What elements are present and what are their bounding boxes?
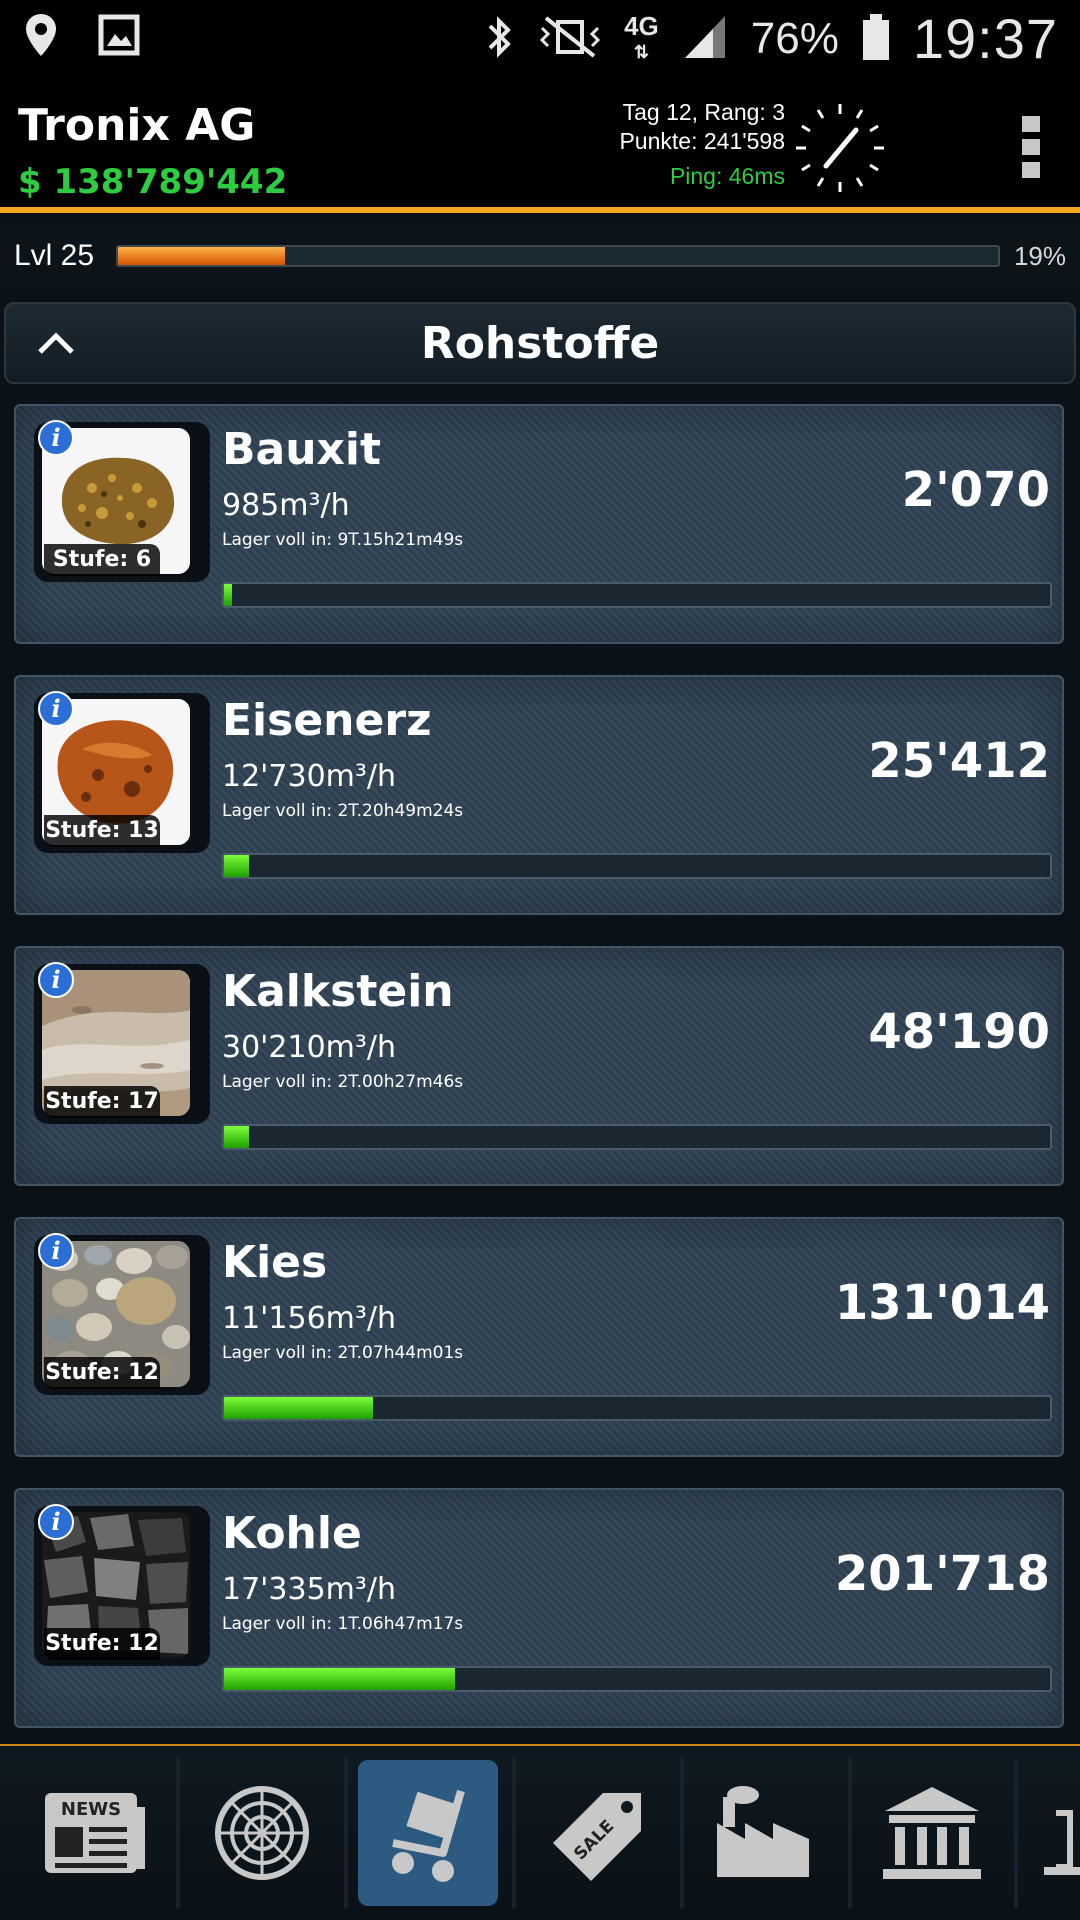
hand-truck-icon <box>392 1789 465 1882</box>
nav-separator <box>848 1758 852 1908</box>
nav-bank[interactable] <box>862 1760 1002 1906</box>
svg-text:NEWS: NEWS <box>61 1799 121 1820</box>
money-balance: $ 138'789'442 <box>18 162 288 202</box>
nav-sale[interactable]: SALE <box>528 1760 668 1906</box>
overflow-menu-button[interactable] <box>1022 116 1040 178</box>
status-bar: 4G ⇅ 76% 19:37 <box>0 0 1080 78</box>
level-badge: Stufe: 13 <box>44 815 160 847</box>
level-badge: Stufe: 12 <box>44 1628 160 1660</box>
nav-factory[interactable] <box>694 1760 834 1906</box>
points: Punkte: 241'598 <box>619 128 785 154</box>
info-icon[interactable]: i <box>38 420 74 456</box>
level-badge: Stufe: 6 <box>44 544 160 576</box>
resource-rate: 985m³/h <box>222 488 350 523</box>
storage-full-time: Lager voll in: 9T.15h21m49s <box>222 530 464 550</box>
resource-rate: 11'156m³/h <box>222 1301 397 1336</box>
storage-full-time: Lager voll in: 2T.20h49m24s <box>222 801 464 821</box>
radar-icon <box>215 1786 309 1880</box>
resource-rate: 17'335m³/h <box>222 1572 397 1607</box>
location-icon <box>24 12 58 62</box>
app-header: Tronix AG $ 138'789'442 Tag 12, Rang: 3 … <box>0 78 1080 213</box>
bank-icon <box>883 1787 981 1879</box>
level-badge: Stufe: 17 <box>44 1086 160 1118</box>
nav-separator <box>344 1758 348 1908</box>
level-progress-fill <box>118 247 286 265</box>
resource-name: Eisenerz <box>222 695 432 746</box>
level-percent: 19% <box>1013 241 1066 271</box>
company-name: Tronix AG <box>18 100 256 151</box>
nav-separator <box>680 1758 684 1908</box>
factory-icon <box>717 1786 809 1877</box>
resource-name: Kohle <box>222 1508 362 1559</box>
nav-more[interactable] <box>1030 1760 1080 1906</box>
nav-news[interactable]: NEWS <box>24 1760 164 1906</box>
nav-separator <box>512 1758 516 1908</box>
storage-full-time: Lager voll in: 1T.06h47m17s <box>222 1614 464 1634</box>
game-clock-icon <box>790 98 890 198</box>
info-icon[interactable]: i <box>38 1504 74 1540</box>
storage-progress-fill <box>224 855 249 877</box>
battery-percent: 76% <box>750 13 839 63</box>
resource-card-bauxit[interactable]: i Stufe: 6 Bauxit 985m³/h Lager voll in:… <box>14 404 1064 644</box>
resource-amount: 48'190 <box>868 1004 1050 1060</box>
resource-amount: 25'412 <box>868 733 1050 789</box>
nav-separator <box>1014 1758 1018 1908</box>
storage-full-time: Lager voll in: 2T.07h44m01s <box>222 1343 464 1363</box>
nav-separator <box>176 1758 180 1908</box>
resource-rate: 12'730m³/h <box>222 759 397 794</box>
bottom-navigation: NEWS SALE <box>0 1746 1080 1920</box>
storage-progress-track <box>222 1666 1052 1692</box>
level-badge: Stufe: 12 <box>44 1357 160 1389</box>
image-icon <box>98 14 140 60</box>
storage-progress-track <box>222 1395 1052 1421</box>
resource-card-kalkstein[interactable]: i Stufe: 17 Kalkstein 30'210m³/h Lager v… <box>14 946 1064 1186</box>
info-icon[interactable]: i <box>38 962 74 998</box>
resource-amount: 201'718 <box>834 1546 1050 1602</box>
resource-card-kohle[interactable]: i Stufe: 12 Kohle 17'335m³/h Lager voll … <box>14 1488 1064 1728</box>
resource-amount: 2'070 <box>901 462 1050 518</box>
sale-tag-icon: SALE <box>553 1793 641 1881</box>
battery-icon <box>861 12 891 66</box>
resource-rate: 30'210m³/h <box>222 1030 397 1065</box>
resource-name: Kies <box>222 1237 328 1288</box>
storage-progress-fill <box>224 584 233 606</box>
bluetooth-icon <box>482 14 516 64</box>
storage-progress-track <box>222 853 1052 879</box>
news-icon: NEWS <box>45 1793 145 1873</box>
resource-name: Kalkstein <box>222 966 454 1017</box>
storage-progress-track <box>222 1124 1052 1150</box>
storage-full-time: Lager voll in: 2T.00h27m46s <box>222 1072 464 1092</box>
day-rank: Tag 12, Rang: 3 <box>622 99 785 125</box>
vibrate-icon <box>538 14 602 64</box>
ping: Ping: 46ms <box>669 163 785 189</box>
game-stats: Tag 12, Rang: 3 Punkte: 241'598 Ping: 46… <box>619 98 785 191</box>
level-bar: Lvl 25 19% <box>0 219 1080 291</box>
clock-time: 19:37 <box>912 7 1058 70</box>
resource-thumbnail[interactable]: i Stufe: 12 <box>34 1233 210 1395</box>
resource-thumbnail[interactable]: i Stufe: 17 <box>34 962 210 1124</box>
resource-card-kies[interactable]: i Stufe: 12 Kies 11'156m³/h Lager voll i… <box>14 1217 1064 1457</box>
resource-name: Bauxit <box>222 424 382 475</box>
nav-radar[interactable] <box>192 1760 332 1906</box>
level-label: Lvl 25 <box>14 239 95 272</box>
level-progress-track <box>116 245 1000 267</box>
resource-thumbnail[interactable]: i Stufe: 6 <box>34 420 210 582</box>
section-header[interactable]: Rohstoffe <box>4 302 1076 384</box>
info-icon[interactable]: i <box>38 691 74 727</box>
section-title: Rohstoffe <box>420 318 660 369</box>
resource-amount: 131'014 <box>834 1275 1050 1331</box>
signal-icon <box>681 12 729 66</box>
resource-thumbnail[interactable]: i Stufe: 12 <box>34 1504 210 1666</box>
network-type: 4G ⇅ <box>624 10 659 62</box>
nav-hand-truck[interactable] <box>358 1760 498 1906</box>
storage-progress-fill <box>224 1668 456 1690</box>
partial-icon <box>1044 1810 1080 1875</box>
storage-progress-fill <box>224 1397 373 1419</box>
resource-thumbnail[interactable]: i Stufe: 13 <box>34 691 210 853</box>
resource-card-eisenerz[interactable]: i Stufe: 13 Eisenerz 12'730m³/h Lager vo… <box>14 675 1064 915</box>
storage-progress-track <box>222 582 1052 608</box>
app-screen: 4G ⇅ 76% 19:37 Tronix AG $ 138'789'442 T… <box>0 0 1080 1920</box>
storage-progress-fill <box>224 1126 249 1148</box>
info-icon[interactable]: i <box>38 1233 74 1269</box>
